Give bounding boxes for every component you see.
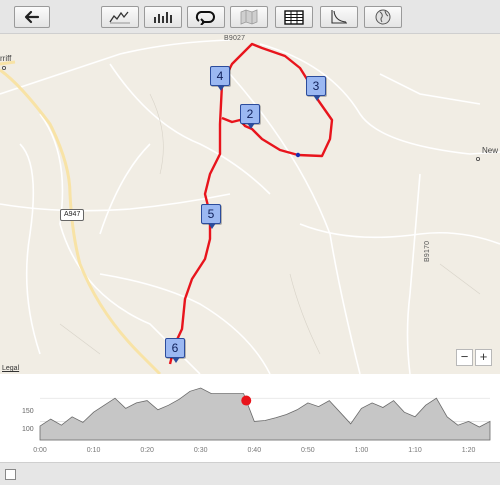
globe-button[interactable] xyxy=(364,6,402,28)
x-tick-label: 0:40 xyxy=(247,447,262,454)
field-lines xyxy=(59,93,481,355)
x-tick-label: 0:00 xyxy=(33,447,47,454)
elevation-profile[interactable]: 150 100 0:00 0:10 0:20 0:30 0:40 0:50 1:00 1:10… xyxy=(0,374,500,462)
y-tick-label: 150 xyxy=(22,408,34,415)
x-tick-label: 0:30 xyxy=(193,447,208,454)
table-button[interactable] xyxy=(275,6,313,28)
x-tick-label: 0:50 xyxy=(301,447,315,454)
waypoint-marker-3[interactable]: 3 xyxy=(306,76,326,101)
waypoint-marker-6[interactable]: 6 xyxy=(165,338,185,363)
x-tick-label: 1:00 xyxy=(354,447,369,454)
legal-link[interactable]: Legal xyxy=(2,365,19,372)
a-road xyxy=(0,68,162,374)
x-tick-label: 1:10 xyxy=(408,447,422,454)
place-dot xyxy=(475,157,480,162)
line-chart-icon xyxy=(109,11,130,24)
map-icon xyxy=(240,9,258,25)
bar-chart-icon xyxy=(154,12,172,23)
map-button[interactable] xyxy=(230,6,268,28)
chart-line-button[interactable] xyxy=(101,6,139,28)
curve-icon xyxy=(331,10,347,24)
expand-icon[interactable] xyxy=(5,469,16,480)
map-view[interactable]: B9027 B9170 A947 rriff New 4 2 3 5 6 Leg… xyxy=(0,34,500,374)
y-tick-label: 100 xyxy=(22,426,34,433)
position-marker[interactable] xyxy=(241,395,252,406)
zoom-in-button[interactable]: + xyxy=(475,349,492,366)
x-tick-label: 1:20 xyxy=(461,447,476,454)
map-canvas xyxy=(0,39,500,374)
chart-series xyxy=(39,387,491,441)
waypoint-marker-4[interactable]: 4 xyxy=(210,66,230,91)
chart-bars-button[interactable] xyxy=(144,6,182,28)
road-label-b9027: B9027 xyxy=(224,35,246,42)
x-tick-label: 0:20 xyxy=(140,447,154,454)
waypoint-marker-5[interactable]: 5 xyxy=(201,204,221,229)
back-arrow-icon xyxy=(24,10,40,24)
place-label-new: New xyxy=(482,146,499,155)
loop-icon xyxy=(195,11,215,25)
table-icon xyxy=(284,9,304,25)
road-label-b9170: B9170 xyxy=(424,240,431,262)
loop-button[interactable] xyxy=(187,6,225,28)
curve-button[interactable] xyxy=(320,6,358,28)
toolbar xyxy=(0,0,500,34)
elevation-area xyxy=(39,387,491,441)
zoom-out-button[interactable]: − xyxy=(456,349,473,366)
footer-bar xyxy=(0,462,500,485)
x-tick-label: 0:10 xyxy=(86,447,101,454)
road-label-a947: A947 xyxy=(60,209,85,221)
place-label-rriff: rriff xyxy=(0,54,12,63)
globe-icon xyxy=(375,9,391,25)
app-window: B9027 B9170 A947 rriff New 4 2 3 5 6 Leg… xyxy=(0,0,500,485)
waypoint-marker-2[interactable]: 2 xyxy=(240,104,260,129)
minor-roads xyxy=(0,39,500,374)
route-point xyxy=(295,152,301,158)
back-button[interactable] xyxy=(14,6,50,28)
